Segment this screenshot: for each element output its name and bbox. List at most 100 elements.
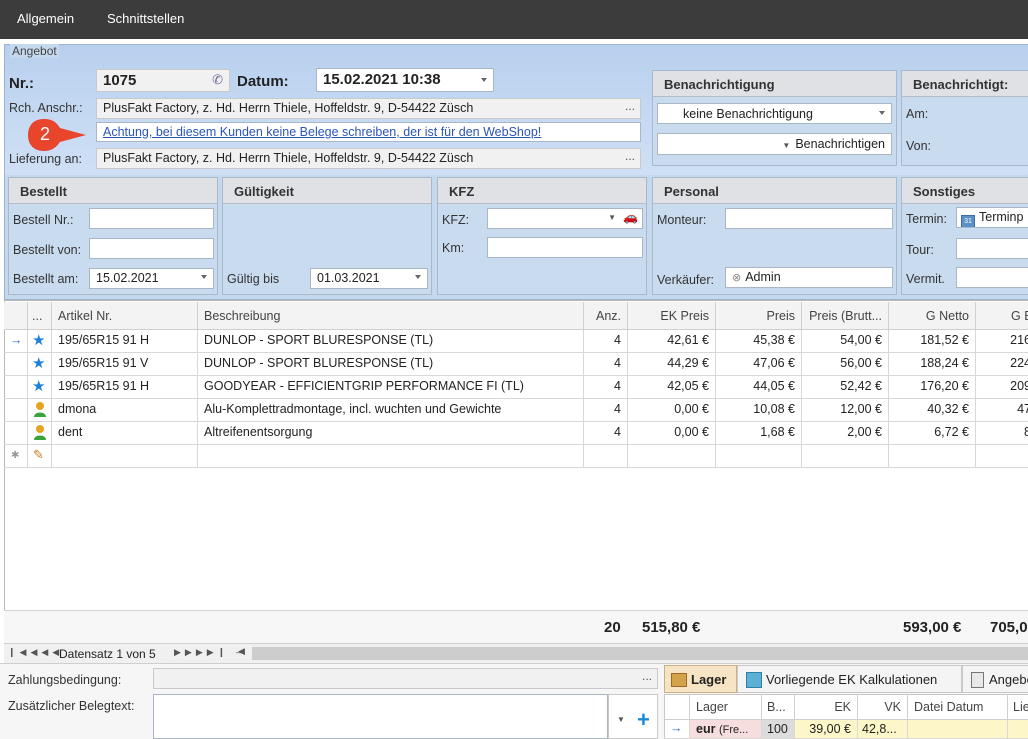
- benachrichtigung-select[interactable]: keine Benachrichtigung: [657, 103, 892, 124]
- header-g-brutto[interactable]: G B: [976, 302, 1028, 330]
- cell-ek[interactable]: 42,05 €: [628, 376, 716, 399]
- nav-first-prev-icons[interactable]: ❙◀◀◀◀: [8, 647, 63, 658]
- tab-angebote[interactable]: Angebo: [962, 665, 1028, 693]
- cell-beschreibung[interactable]: Alu-Komplettradmontage, incl. wuchten un…: [198, 399, 584, 422]
- datum-field[interactable]: 15.02.2021 10:38: [316, 68, 494, 92]
- lager-header-lie[interactable]: Lie: [1008, 694, 1028, 720]
- chevron-down-icon[interactable]: [415, 275, 421, 279]
- kfz-input[interactable]: ▼ 🚗: [487, 208, 643, 229]
- table-row[interactable]: dmona Alu-Komplettradmontage, incl. wuch…: [4, 399, 1028, 422]
- lager-header-b[interactable]: B...: [762, 694, 795, 720]
- clear-icon[interactable]: ⊗: [732, 272, 741, 284]
- cell-gnetto[interactable]: 181,52 €: [889, 330, 976, 353]
- nr-field[interactable]: 1075 ✆: [96, 69, 230, 92]
- lager-cell-vk[interactable]: 42,8...: [858, 720, 908, 739]
- header-anz[interactable]: Anz.: [584, 302, 628, 330]
- cell-anz[interactable]: 4: [584, 353, 628, 376]
- cell-gb[interactable]: 216: [976, 330, 1028, 353]
- cell-anz[interactable]: 4: [584, 330, 628, 353]
- car-icon[interactable]: 🚗: [623, 210, 638, 224]
- cell-artikel[interactable]: 195/65R15 91 H: [52, 376, 198, 399]
- lieferung-ellipsis-button[interactable]: ...: [625, 149, 635, 163]
- cell-brutto-new[interactable]: [802, 445, 889, 468]
- zahlung-field[interactable]: ...: [153, 668, 658, 689]
- header-artikel-nr[interactable]: Artikel Nr.: [52, 302, 198, 330]
- lager-cell-lager[interactable]: eur (Fre...: [690, 720, 762, 739]
- new-row[interactable]: ✱ ✎: [4, 445, 1028, 468]
- lieferung-field[interactable]: PlusFakt Factory, z. Hd. Herrn Thiele, H…: [96, 148, 641, 169]
- cell-preis[interactable]: 44,05 €: [716, 376, 802, 399]
- chevron-down-icon[interactable]: ▼: [608, 213, 616, 222]
- lager-header-vk[interactable]: VK: [858, 694, 908, 720]
- tab-lager[interactable]: Lager: [664, 665, 737, 693]
- monteur-input[interactable]: [725, 208, 893, 229]
- menu-schnittstellen[interactable]: Schnittstellen: [107, 11, 184, 26]
- cell-brutto[interactable]: 2,00 €: [802, 422, 889, 445]
- bestell-nr-input[interactable]: [89, 208, 214, 229]
- cell-ek[interactable]: 44,29 €: [628, 353, 716, 376]
- cell-beschreibung[interactable]: GOODYEAR - EFFICIENTGRIP PERFORMANCE FI …: [198, 376, 584, 399]
- lager-header-ek[interactable]: EK: [795, 694, 858, 720]
- cell-artikel[interactable]: 195/65R15 91 H: [52, 330, 198, 353]
- lager-cell-datum[interactable]: [908, 720, 1008, 739]
- rch-ellipsis-button[interactable]: ...: [625, 99, 635, 113]
- cell-preis[interactable]: 47,06 €: [716, 353, 802, 376]
- cell-preis[interactable]: 10,08 €: [716, 399, 802, 422]
- lager-header-lager[interactable]: Lager: [690, 694, 762, 720]
- phone-icon[interactable]: ✆: [212, 72, 223, 88]
- cell-gb[interactable]: 209: [976, 376, 1028, 399]
- cell-ek[interactable]: 42,61 €: [628, 330, 716, 353]
- header-col-menu[interactable]: ...: [28, 302, 52, 330]
- lager-row[interactable]: → eur (Fre... 100 39,00 € 42,8...: [664, 720, 1028, 739]
- cell-ek[interactable]: 0,00 €: [628, 399, 716, 422]
- km-input[interactable]: [487, 237, 643, 258]
- cell-artikel-new[interactable]: [52, 445, 198, 468]
- table-row[interactable]: dent Altreifenentsorgung 4 0,00 € 1,68 €…: [4, 422, 1028, 445]
- header-preis-brutto[interactable]: Preis (Brutt...: [802, 302, 889, 330]
- lager-header-datum[interactable]: Datei Datum: [908, 694, 1008, 720]
- header-ek-preis[interactable]: EK Preis: [628, 302, 716, 330]
- cell-preis[interactable]: 45,38 €: [716, 330, 802, 353]
- cell-artikel[interactable]: dent: [52, 422, 198, 445]
- warning-link[interactable]: Achtung, bei diesem Kunden keine Belege …: [103, 125, 541, 139]
- cell-gnetto[interactable]: 188,24 €: [889, 353, 976, 376]
- zusatz-textarea[interactable]: [153, 694, 608, 739]
- rch-field[interactable]: PlusFakt Factory, z. Hd. Herrn Thiele, H…: [96, 98, 641, 119]
- cell-brutto[interactable]: 52,42 €: [802, 376, 889, 399]
- cell-brutto[interactable]: 56,00 €: [802, 353, 889, 376]
- chevron-down-icon[interactable]: [201, 275, 207, 279]
- verkaeufer-input[interactable]: ⊗ Admin: [725, 267, 893, 288]
- table-row[interactable]: → ★ 195/65R15 91 H DUNLOP - SPORT BLURES…: [4, 330, 1028, 353]
- benachrichtigen-button[interactable]: ▼ Benachrichtigen: [657, 133, 892, 155]
- cell-gb[interactable]: 224: [976, 353, 1028, 376]
- cell-anz[interactable]: 4: [584, 422, 628, 445]
- cell-gb[interactable]: 8: [976, 422, 1028, 445]
- cell-anz[interactable]: 4: [584, 399, 628, 422]
- lager-cell-lie[interactable]: [1008, 720, 1028, 739]
- cell-beschreibung-new[interactable]: [198, 445, 584, 468]
- bestellt-am-input[interactable]: 15.02.2021: [89, 268, 214, 289]
- cell-brutto[interactable]: 54,00 €: [802, 330, 889, 353]
- cell-anz-new[interactable]: [584, 445, 628, 468]
- chevron-down-icon[interactable]: ▼: [617, 715, 625, 724]
- bestellt-von-input[interactable]: [89, 238, 214, 259]
- tour-input[interactable]: [956, 238, 1028, 259]
- gueltig-bis-input[interactable]: 01.03.2021: [310, 268, 428, 289]
- chevron-down-icon[interactable]: [879, 111, 885, 115]
- add-icon[interactable]: +: [637, 707, 650, 733]
- cell-preis[interactable]: 1,68 €: [716, 422, 802, 445]
- vermit-input[interactable]: [956, 267, 1028, 288]
- lager-cell-b[interactable]: 100: [762, 720, 795, 739]
- cell-beschreibung[interactable]: DUNLOP - SPORT BLURESPONSE (TL): [198, 353, 584, 376]
- cell-beschreibung[interactable]: Altreifenentsorgung: [198, 422, 584, 445]
- cell-brutto[interactable]: 12,00 €: [802, 399, 889, 422]
- table-row[interactable]: ★ 195/65R15 91 V DUNLOP - SPORT BLURESPO…: [4, 353, 1028, 376]
- cell-ek[interactable]: 0,00 €: [628, 422, 716, 445]
- table-row[interactable]: ★ 195/65R15 91 H GOODYEAR - EFFICIENTGRI…: [4, 376, 1028, 399]
- zahlung-ellipsis-button[interactable]: ...: [642, 669, 652, 683]
- cell-ek-new[interactable]: [628, 445, 716, 468]
- tab-ek-kalkulationen[interactable]: Vorliegende EK Kalkulationen: [737, 665, 962, 693]
- horizontal-scrollbar[interactable]: [252, 647, 1028, 660]
- cell-beschreibung[interactable]: DUNLOP - SPORT BLURESPONSE (TL): [198, 330, 584, 353]
- cell-gnetto[interactable]: 40,32 €: [889, 399, 976, 422]
